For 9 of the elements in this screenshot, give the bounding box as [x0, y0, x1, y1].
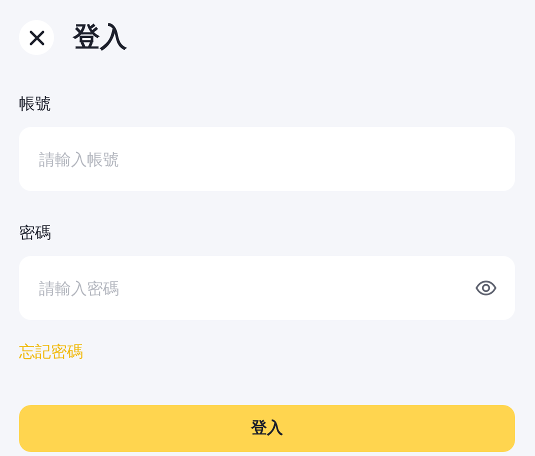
field-label: 密碼 — [19, 222, 51, 244]
input-field[interactable]: 請輸入帳號 — [19, 127, 515, 191]
login-button[interactable]: 登入 — [19, 405, 515, 452]
input-field[interactable]: 請輸入密碼 — [19, 256, 515, 320]
field-label: 帳號 — [19, 93, 51, 115]
eye-icon[interactable] — [475, 280, 497, 296]
page-title: 登入 — [73, 21, 127, 55]
close-button[interactable] — [19, 20, 54, 55]
close-icon — [28, 30, 44, 46]
